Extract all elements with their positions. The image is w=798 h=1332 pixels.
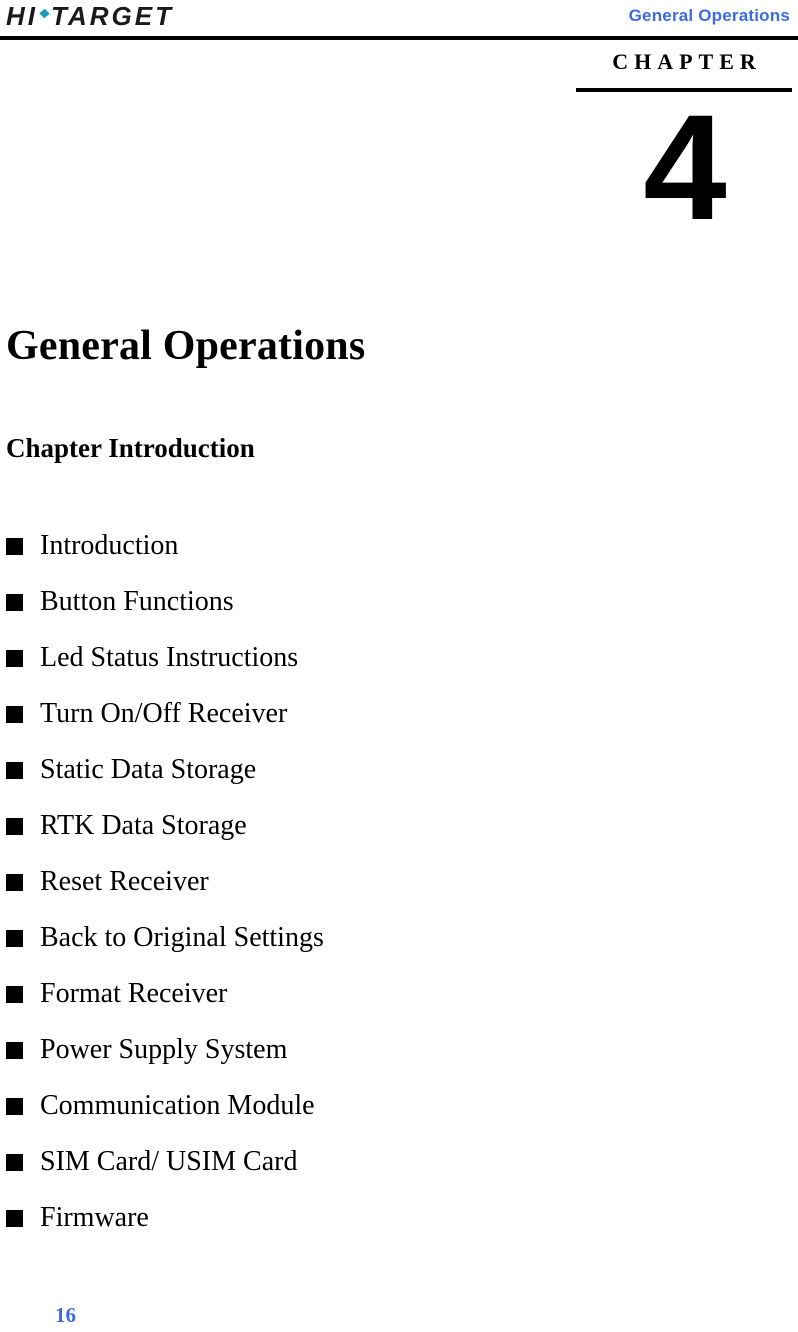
filled-square-bullet-icon [6, 985, 23, 1003]
page-number: 16 [55, 1303, 76, 1327]
document-page: HI TARGET General Operations CHAPTER 4 G… [0, 0, 798, 1332]
list-item: Turn On/Off Receiver [6, 686, 606, 742]
list-item: Reset Receiver [6, 854, 606, 910]
logo-text-left: HI [6, 1, 38, 31]
filled-square-bullet-icon [6, 929, 23, 947]
hi-target-logo: HI TARGET [6, 2, 174, 30]
list-item: Led Status Instructions [6, 630, 606, 686]
list-item-label: Turn On/Off Receiver [40, 697, 288, 729]
filled-square-bullet-icon [6, 761, 23, 779]
list-item-label: Led Status Instructions [40, 641, 299, 673]
list-item-label: Power Supply System [40, 1033, 288, 1065]
page-header: HI TARGET General Operations [0, 0, 798, 40]
list-item-label: SIM Card/ USIM Card [40, 1145, 298, 1177]
chapter-number: 4 [643, 83, 726, 252]
list-item: Communication Module [6, 1078, 606, 1134]
list-item: Power Supply System [6, 1022, 606, 1078]
chapter-marker: CHAPTER 4 [576, 49, 792, 252]
list-item-label: Button Functions [40, 585, 234, 617]
list-item-label: Format Receiver [40, 977, 228, 1009]
list-item-label: Back to Original Settings [40, 921, 324, 953]
list-item: Back to Original Settings [6, 910, 606, 966]
list-item: RTK Data Storage [6, 798, 606, 854]
filled-square-bullet-icon [6, 649, 23, 667]
chapter-contents-list: Introduction Button Functions Led Status… [6, 518, 606, 1246]
list-item: Firmware [6, 1190, 606, 1246]
list-item: SIM Card/ USIM Card [6, 1134, 606, 1190]
filled-square-bullet-icon [6, 1209, 23, 1227]
filled-square-bullet-icon [6, 817, 23, 835]
filled-square-bullet-icon [6, 873, 23, 891]
list-item-label: Communication Module [40, 1089, 315, 1121]
chapter-label: CHAPTER [612, 49, 762, 74]
running-header-title: General Operations [628, 6, 790, 25]
filled-square-bullet-icon [6, 1097, 23, 1115]
logo-text-right: TARGET [51, 1, 174, 31]
list-item: Button Functions [6, 574, 606, 630]
list-item: Format Receiver [6, 966, 606, 1022]
filled-square-bullet-icon [6, 593, 23, 611]
filled-square-bullet-icon [6, 1153, 23, 1171]
page-title: General Operations [6, 323, 366, 370]
teal-diamond-dot-icon [39, 8, 50, 18]
list-item-label: RTK Data Storage [40, 809, 247, 841]
list-item-label: Static Data Storage [40, 753, 257, 785]
list-item: Introduction [6, 518, 606, 574]
list-item-label: Firmware [40, 1201, 149, 1233]
section-heading: Chapter Introduction [6, 433, 255, 464]
filled-square-bullet-icon [6, 1041, 23, 1059]
list-item-label: Reset Receiver [40, 865, 209, 897]
list-item: Static Data Storage [6, 742, 606, 798]
filled-square-bullet-icon [6, 705, 23, 723]
list-item-label: Introduction [40, 529, 179, 561]
header-divider [0, 36, 798, 40]
filled-square-bullet-icon [6, 537, 23, 555]
